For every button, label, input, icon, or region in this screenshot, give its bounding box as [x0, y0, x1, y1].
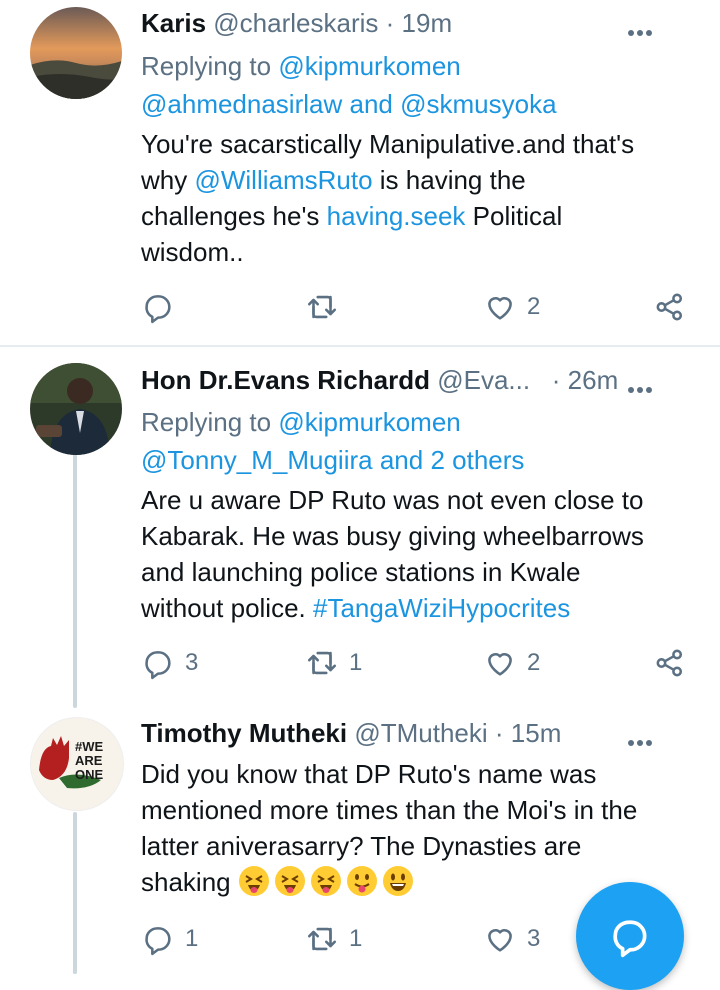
share-icon — [656, 293, 683, 321]
author-name[interactable]: Timothy Mutheki — [141, 718, 347, 748]
squinting-tongue-emoji-icon — [238, 866, 269, 896]
mention-and[interactable]: and — [350, 89, 393, 119]
link[interactable]: having.seek — [327, 201, 466, 231]
mention-link[interactable]: @Tonny_M_Mugiira — [141, 445, 373, 475]
tweet-text: latter aniverasarry? The Dynasties are — [141, 831, 582, 861]
reply-button[interactable]: 1 — [141, 919, 198, 959]
mention-link[interactable]: @WilliamsRuto — [194, 165, 372, 195]
hashtag-link[interactable]: #TangaWiziHypocrites — [313, 593, 570, 623]
tweet-text: Kabarak. He was busy giving wheelbarrows — [141, 521, 644, 551]
reply-icon — [145, 295, 171, 324]
replying-to-label: Replying to — [141, 51, 272, 81]
reply-context: Replying to @kipmurkomen — [141, 48, 461, 84]
avatar[interactable] — [30, 7, 122, 99]
share-button[interactable] — [653, 643, 687, 683]
avatar-text: #WE ARE ONE — [75, 739, 104, 782]
separator-dot: · — [385, 8, 395, 38]
retweet-button[interactable] — [305, 287, 349, 327]
like-button[interactable]: 2 — [483, 643, 540, 683]
timestamp[interactable]: 19m — [402, 8, 453, 38]
more-icon[interactable] — [628, 369, 658, 393]
like-button[interactable]: 2 — [483, 287, 540, 327]
tweet-text: without police. #TangaWiziHypocrites — [141, 590, 570, 626]
squinting-tongue-emoji-icon — [310, 866, 341, 896]
reply-button[interactable] — [141, 287, 185, 327]
separator-dot: · — [551, 365, 561, 395]
tweet-evans[interactable]: Hon Dr.Evans Richardd @Eva... · 26m Repl… — [0, 347, 720, 707]
author-name[interactable]: Hon Dr.Evans Richardd — [141, 365, 430, 395]
tweet-text: why @WilliamsRuto is having the — [141, 162, 526, 198]
person-avatar-image — [30, 363, 122, 455]
mention-link[interactable]: @skmusyoka — [400, 89, 556, 119]
tongue-out-emoji-icon — [346, 866, 377, 896]
compose-reply-icon — [613, 920, 647, 958]
avatar[interactable] — [30, 363, 122, 455]
avatar[interactable]: #WE ARE ONE — [30, 717, 124, 811]
retweet-icon — [307, 927, 337, 951]
like-count: 2 — [527, 293, 541, 320]
text-run: why — [141, 165, 195, 195]
mention-others[interactable]: and 2 others — [380, 445, 525, 475]
tweet-text: shaking — [141, 864, 418, 900]
retweet-button[interactable]: 1 — [305, 643, 362, 683]
more-icon[interactable] — [628, 12, 658, 36]
tweet-text: challenges he's having.seek Political — [141, 198, 562, 234]
reply-icon — [145, 651, 171, 680]
squinting-tongue-emoji-icon — [274, 866, 305, 896]
author-handle[interactable]: @Eva... — [437, 365, 530, 395]
retweet-count: 1 — [349, 925, 363, 952]
share-icon — [656, 649, 683, 677]
author-handle[interactable]: @TMutheki — [354, 718, 487, 748]
like-count: 3 — [527, 925, 541, 952]
tweet-text: Did you know that DP Ruto's name was — [141, 759, 597, 789]
retweet-icon — [307, 295, 337, 319]
text-run: Political — [465, 201, 563, 231]
replying-to-label: Replying to — [141, 407, 272, 437]
separator-dot: · — [494, 718, 504, 748]
mention-link[interactable]: @kipmurkomen — [278, 51, 460, 81]
like-icon — [488, 653, 512, 676]
tweet-actions: 2 — [141, 287, 701, 327]
reply-count: 3 — [185, 649, 199, 676]
reply-context: Replying to @kipmurkomen — [141, 404, 461, 440]
retweet-icon — [307, 651, 337, 675]
mention-link[interactable]: @ahmednasirlaw — [141, 89, 342, 119]
reply-context-cont: @Tonny_M_Mugiira and 2 others — [141, 442, 524, 478]
like-icon — [488, 297, 512, 320]
tweet-actions: 3 1 2 — [141, 643, 701, 683]
like-icon — [488, 929, 512, 952]
reply-icon — [145, 927, 171, 956]
text-run: without police. — [141, 593, 313, 623]
text-run: is having the — [372, 165, 526, 195]
tweet-text: mentioned more times than the Moi's in t… — [141, 795, 638, 825]
grinning-emoji-icon — [382, 866, 413, 896]
reply-button[interactable]: 3 — [141, 643, 198, 683]
sunset-avatar-image — [30, 7, 122, 99]
timestamp[interactable]: 26m — [568, 365, 619, 395]
share-button[interactable] — [653, 287, 687, 327]
reply-count: 1 — [185, 925, 199, 952]
retweet-count: 1 — [349, 649, 363, 676]
like-button[interactable]: 3 — [483, 919, 540, 959]
author-handle[interactable]: @charleskaris — [213, 8, 378, 38]
retweet-button[interactable]: 1 — [305, 919, 362, 959]
tweet-karis[interactable]: Karis @charleskaris · 19m Replying to @k… — [0, 0, 720, 346]
timestamp[interactable]: 15m — [511, 718, 562, 748]
like-count: 2 — [527, 649, 541, 676]
text-run: shaking — [141, 867, 231, 897]
compose-reply-button[interactable] — [576, 882, 684, 990]
reply-context-cont: @ahmednasirlaw and @skmusyoka — [141, 86, 557, 122]
author-name[interactable]: Karis — [141, 8, 206, 38]
tweet-text: and launching police stations in Kwale — [141, 557, 581, 587]
tweet-text: Are u aware DP Ruto was not even close t… — [141, 485, 644, 515]
tweet-text: wisdom.. — [141, 237, 244, 267]
tweet-text: You're sacarstically Manipulative.and th… — [141, 129, 635, 159]
text-run: challenges he's — [141, 201, 327, 231]
mention-link[interactable]: @kipmurkomen — [278, 407, 460, 437]
more-icon[interactable] — [628, 722, 658, 746]
